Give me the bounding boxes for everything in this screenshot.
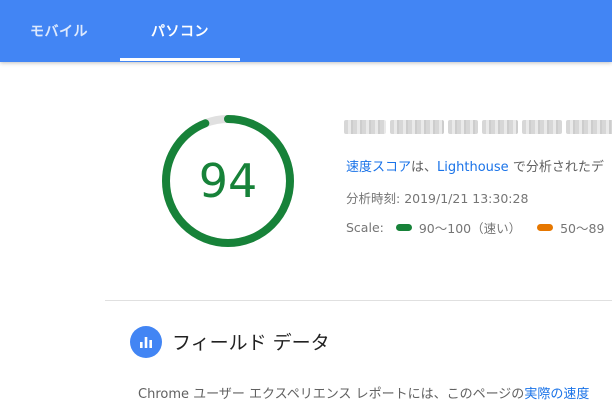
active-tab-indicator xyxy=(120,58,240,61)
analyzed-url-redacted xyxy=(344,120,612,134)
analysis-time-label: 分析時刻: xyxy=(346,191,405,206)
device-tab-bar: モバイル パソコン xyxy=(0,0,612,62)
fast-pill-icon xyxy=(395,224,412,231)
page: モバイル パソコン 94 速度スコアは、Lighthouse で分析されたデ 分… xyxy=(0,0,612,415)
bar-chart-icon xyxy=(130,326,162,358)
scale-item-fast-label: 90〜100（速い） xyxy=(418,221,522,236)
scale-item-average-label: 50〜89 xyxy=(560,221,605,236)
description-text-1: は、 xyxy=(411,160,438,175)
analysis-timestamp: 分析時刻: 2019/1/21 13:30:28 xyxy=(346,188,528,207)
section-divider xyxy=(105,300,612,301)
scale-label: Scale: xyxy=(346,220,384,235)
scale-item-fast: 90〜100（速い） xyxy=(395,218,522,237)
analysis-time-value: 2019/1/21 13:30:28 xyxy=(404,191,529,206)
speed-score-link[interactable]: 速度スコア xyxy=(346,160,411,175)
tab-desktop[interactable]: パソコン xyxy=(120,0,240,62)
field-data-description-text: Chrome ユーザー エクスペリエンス レポートには、このページの xyxy=(138,387,525,402)
field-data-title: フィールド データ xyxy=(172,332,330,354)
description-text-2: で分析されたデ xyxy=(508,160,604,175)
lighthouse-link[interactable]: Lighthouse xyxy=(437,160,509,175)
real-speed-link[interactable]: 実際の速度 xyxy=(524,387,589,402)
performance-score-value: 94 xyxy=(198,154,258,208)
average-pill-icon xyxy=(537,224,554,231)
tab-mobile[interactable]: モバイル xyxy=(0,0,118,62)
score-scale-legend: Scale: 90〜100（速い） 50〜89 xyxy=(346,218,612,237)
field-data-description: Chrome ユーザー エクスペリエンス レポートには、このページの実際の速度 xyxy=(138,383,589,402)
performance-score-gauge: 94 xyxy=(158,111,298,251)
scale-item-average: 50〜89 xyxy=(537,218,604,237)
score-description: 速度スコアは、Lighthouse で分析されたデ xyxy=(346,156,604,175)
